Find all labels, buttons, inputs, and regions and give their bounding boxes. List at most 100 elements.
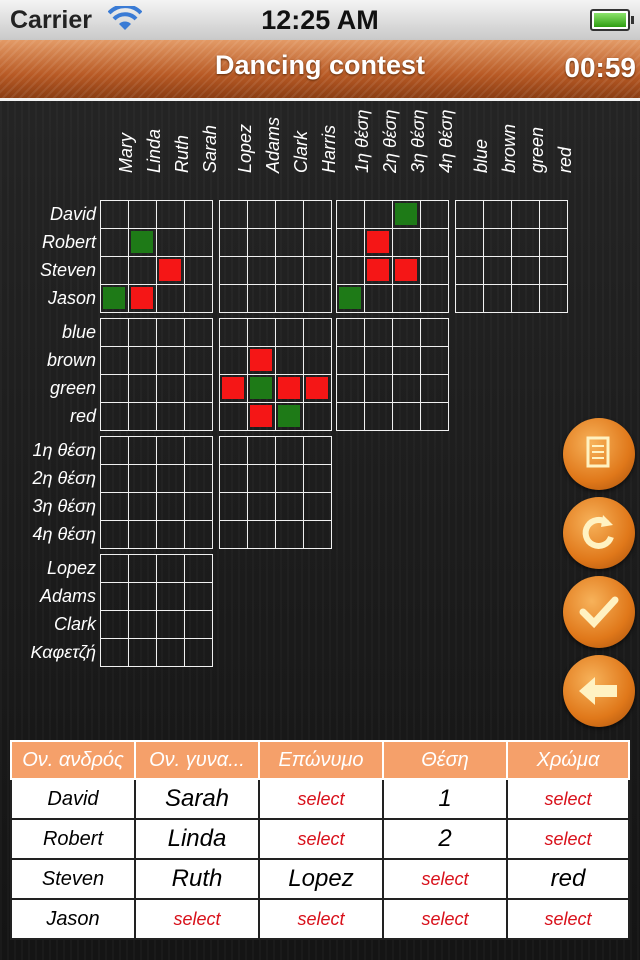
grid-cell[interactable] [455, 256, 484, 285]
grid-cell[interactable] [128, 520, 157, 549]
grid-cell[interactable] [303, 492, 332, 521]
grid-cell[interactable] [247, 228, 276, 257]
grid-cell[interactable] [336, 200, 365, 229]
select-answer-button[interactable]: select [258, 898, 384, 940]
grid-cell[interactable] [184, 200, 213, 229]
grid-cell[interactable] [275, 256, 304, 285]
grid-cell[interactable] [100, 374, 129, 403]
grid-cell[interactable] [392, 284, 421, 313]
grid-cell[interactable] [184, 256, 213, 285]
grid-cell[interactable] [483, 200, 512, 229]
grid-cell[interactable] [100, 492, 129, 521]
grid-cell[interactable] [455, 200, 484, 229]
grid-cell[interactable] [275, 228, 304, 257]
grid-cell[interactable] [303, 436, 332, 465]
grid-cell[interactable] [275, 520, 304, 549]
grid-cell[interactable] [219, 492, 248, 521]
grid-cell[interactable] [275, 284, 304, 313]
grid-cell[interactable] [128, 610, 157, 639]
grid-cell[interactable] [275, 346, 304, 375]
grid-cell[interactable] [184, 554, 213, 583]
answer-cell[interactable]: Sarah [134, 778, 260, 820]
grid-cell[interactable] [247, 436, 276, 465]
grid-cell[interactable] [247, 284, 276, 313]
grid-cell[interactable] [219, 346, 248, 375]
grid-cell[interactable] [156, 464, 185, 493]
grid-cell[interactable] [156, 610, 185, 639]
grid-cell[interactable] [100, 520, 129, 549]
grid-cell[interactable] [219, 464, 248, 493]
grid-cell[interactable] [100, 554, 129, 583]
grid-cell[interactable] [184, 610, 213, 639]
grid-cell[interactable] [364, 256, 393, 285]
grid-cell[interactable] [275, 436, 304, 465]
grid-cell[interactable] [539, 284, 568, 313]
grid-cell[interactable] [247, 402, 276, 431]
grid-cell[interactable] [364, 402, 393, 431]
grid-cell[interactable] [364, 346, 393, 375]
grid-cell[interactable] [219, 284, 248, 313]
grid-cell[interactable] [511, 284, 540, 313]
grid-cell[interactable] [247, 464, 276, 493]
grid-cell[interactable] [392, 228, 421, 257]
answer-cell[interactable]: 1 [382, 778, 508, 820]
grid-cell[interactable] [420, 228, 449, 257]
grid-cell[interactable] [275, 200, 304, 229]
grid-cell[interactable] [420, 200, 449, 229]
grid-cell[interactable] [364, 200, 393, 229]
grid-cell[interactable] [275, 318, 304, 347]
grid-cell[interactable] [100, 200, 129, 229]
grid-cell[interactable] [156, 402, 185, 431]
grid-cell[interactable] [539, 256, 568, 285]
grid-cell[interactable] [156, 436, 185, 465]
grid-cell[interactable] [303, 284, 332, 313]
grid-cell[interactable] [184, 346, 213, 375]
grid-cell[interactable] [336, 228, 365, 257]
grid-cell[interactable] [420, 318, 449, 347]
grid-cell[interactable] [392, 256, 421, 285]
grid-cell[interactable] [303, 346, 332, 375]
grid-cell[interactable] [303, 256, 332, 285]
grid-cell[interactable] [511, 256, 540, 285]
grid-cell[interactable] [455, 228, 484, 257]
grid-cell[interactable] [100, 318, 129, 347]
grid-cell[interactable] [184, 318, 213, 347]
grid-cell[interactable] [128, 638, 157, 667]
grid-cell[interactable] [184, 374, 213, 403]
grid-cell[interactable] [247, 256, 276, 285]
grid-cell[interactable] [455, 284, 484, 313]
grid-cell[interactable] [420, 374, 449, 403]
grid-cell[interactable] [303, 228, 332, 257]
grid-cell[interactable] [156, 638, 185, 667]
grid-cell[interactable] [392, 200, 421, 229]
grid-cell[interactable] [483, 284, 512, 313]
grid-cell[interactable] [364, 318, 393, 347]
grid-cell[interactable] [275, 492, 304, 521]
grid-cell[interactable] [247, 374, 276, 403]
grid-cell[interactable] [303, 318, 332, 347]
select-answer-button[interactable]: select [382, 858, 508, 900]
grid-cell[interactable] [219, 520, 248, 549]
grid-cell[interactable] [128, 492, 157, 521]
grid-cell[interactable] [247, 200, 276, 229]
answer-cell[interactable]: 2 [382, 818, 508, 860]
grid-cell[interactable] [128, 402, 157, 431]
grid-cell[interactable] [364, 284, 393, 313]
grid-cell[interactable] [219, 436, 248, 465]
grid-cell[interactable] [275, 464, 304, 493]
grid-cell[interactable] [156, 284, 185, 313]
grid-cell[interactable] [184, 284, 213, 313]
grid-cell[interactable] [420, 256, 449, 285]
grid-cell[interactable] [100, 464, 129, 493]
grid-cell[interactable] [156, 346, 185, 375]
back-button[interactable] [563, 655, 635, 727]
restart-button[interactable] [563, 497, 635, 569]
grid-cell[interactable] [156, 256, 185, 285]
select-answer-button[interactable]: select [506, 778, 630, 820]
grid-cell[interactable] [156, 374, 185, 403]
grid-cell[interactable] [184, 402, 213, 431]
select-answer-button[interactable]: select [258, 778, 384, 820]
grid-cell[interactable] [100, 436, 129, 465]
grid-cell[interactable] [336, 284, 365, 313]
grid-cell[interactable] [156, 318, 185, 347]
